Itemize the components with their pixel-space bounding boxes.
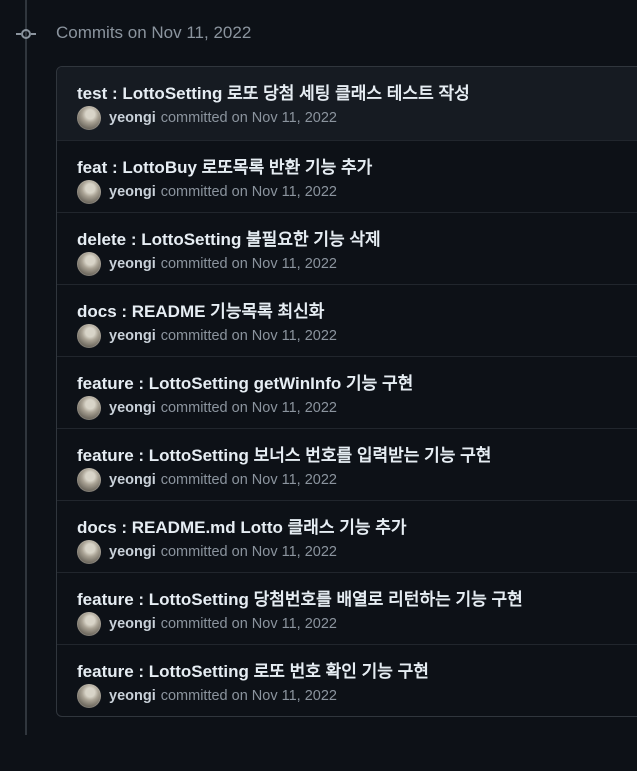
avatar[interactable]	[77, 468, 101, 492]
commit-date: Nov 11, 2022	[251, 328, 337, 344]
commit-meta: yeongi committed on Nov 11, 2022	[77, 252, 337, 276]
commit-date: Nov 11, 2022	[251, 184, 337, 200]
committed-label: committed on	[160, 256, 248, 272]
author-link[interactable]: yeongi	[109, 472, 156, 488]
commit-meta: yeongi committed on Nov 11, 2022	[77, 540, 337, 564]
git-commit-icon	[16, 26, 36, 42]
committed-label: committed on	[160, 616, 248, 632]
commit-meta: yeongi committed on Nov 11, 2022	[77, 684, 337, 708]
author-link[interactable]: yeongi	[109, 110, 156, 126]
commit-date: Nov 11, 2022	[251, 472, 337, 488]
commit-group-header: Commits on Nov 11, 2022	[0, 20, 637, 48]
avatar[interactable]	[77, 396, 101, 420]
committed-label: committed on	[160, 110, 248, 126]
commit-row: docs : README 기능목록 최신화 yeongi committed …	[57, 284, 637, 356]
committed-label: committed on	[160, 688, 248, 704]
commit-date: Nov 11, 2022	[251, 544, 337, 560]
commit-title-link[interactable]: docs : README 기능목록 최신화	[77, 297, 324, 322]
avatar[interactable]	[77, 180, 101, 204]
author-link[interactable]: yeongi	[109, 688, 156, 704]
commit-row: feat : LottoBuy 로또목록 반환 기능 추가 yeongi com…	[57, 140, 637, 212]
commit-date: Nov 11, 2022	[251, 400, 337, 416]
commit-title-link[interactable]: delete : LottoSetting 불필요한 기능 삭제	[77, 225, 381, 250]
commit-meta: yeongi committed on Nov 11, 2022	[77, 612, 337, 636]
commit-row: test : LottoSetting 로또 당첨 세팅 클래스 테스트 작성 …	[57, 67, 637, 140]
avatar[interactable]	[77, 324, 101, 348]
avatar[interactable]	[77, 612, 101, 636]
commit-row: delete : LottoSetting 불필요한 기능 삭제 yeongi …	[57, 212, 637, 284]
commit-meta: yeongi committed on Nov 11, 2022	[77, 324, 337, 348]
committed-label: committed on	[160, 544, 248, 560]
author-link[interactable]: yeongi	[109, 328, 156, 344]
commit-meta: yeongi committed on Nov 11, 2022	[77, 106, 337, 130]
commit-title-link[interactable]: test : LottoSetting 로또 당첨 세팅 클래스 테스트 작성	[77, 79, 470, 104]
commit-title-link[interactable]: feature : LottoSetting 보너스 번호를 입력받는 기능 구…	[77, 441, 491, 466]
commit-date: Nov 11, 2022	[251, 256, 337, 272]
avatar[interactable]	[77, 106, 101, 130]
commit-title-link[interactable]: feature : LottoSetting getWinInfo 기능 구현	[77, 369, 413, 394]
commit-meta: yeongi committed on Nov 11, 2022	[77, 180, 337, 204]
author-link[interactable]: yeongi	[109, 184, 156, 200]
committed-label: committed on	[160, 184, 248, 200]
avatar[interactable]	[77, 540, 101, 564]
commit-row: feature : LottoSetting 보너스 번호를 입력받는 기능 구…	[57, 428, 637, 500]
commit-date: Nov 11, 2022	[251, 688, 337, 704]
commit-title-link[interactable]: feature : LottoSetting 로또 번호 확인 기능 구현	[77, 657, 429, 682]
commit-row: feature : LottoSetting getWinInfo 기능 구현 …	[57, 356, 637, 428]
avatar[interactable]	[77, 684, 101, 708]
commit-group-title: Commits on Nov 11, 2022	[56, 23, 252, 42]
author-link[interactable]: yeongi	[109, 616, 156, 632]
commit-date: Nov 11, 2022	[251, 616, 337, 632]
committed-label: committed on	[160, 472, 248, 488]
author-link[interactable]: yeongi	[109, 256, 156, 272]
commit-title-link[interactable]: feature : LottoSetting 당첨번호를 배열로 리턴하는 기능…	[77, 585, 523, 610]
commit-row: feature : LottoSetting 당첨번호를 배열로 리턴하는 기능…	[57, 572, 637, 644]
commit-date: Nov 11, 2022	[251, 110, 337, 126]
commit-title-link[interactable]: docs : README.md Lotto 클래스 기능 추가	[77, 513, 407, 538]
author-link[interactable]: yeongi	[109, 544, 156, 560]
commit-row: feature : LottoSetting 로또 번호 확인 기능 구현 ye…	[57, 644, 637, 716]
commit-list: test : LottoSetting 로또 당첨 세팅 클래스 테스트 작성 …	[56, 66, 637, 717]
commit-title-link[interactable]: feat : LottoBuy 로또목록 반환 기능 추가	[77, 153, 372, 178]
avatar[interactable]	[77, 252, 101, 276]
committed-label: committed on	[160, 400, 248, 416]
timeline-line	[25, 0, 27, 735]
commit-meta: yeongi committed on Nov 11, 2022	[77, 468, 337, 492]
commit-row: docs : README.md Lotto 클래스 기능 추가 yeongi …	[57, 500, 637, 572]
commit-meta: yeongi committed on Nov 11, 2022	[77, 396, 337, 420]
committed-label: committed on	[160, 328, 248, 344]
author-link[interactable]: yeongi	[109, 400, 156, 416]
